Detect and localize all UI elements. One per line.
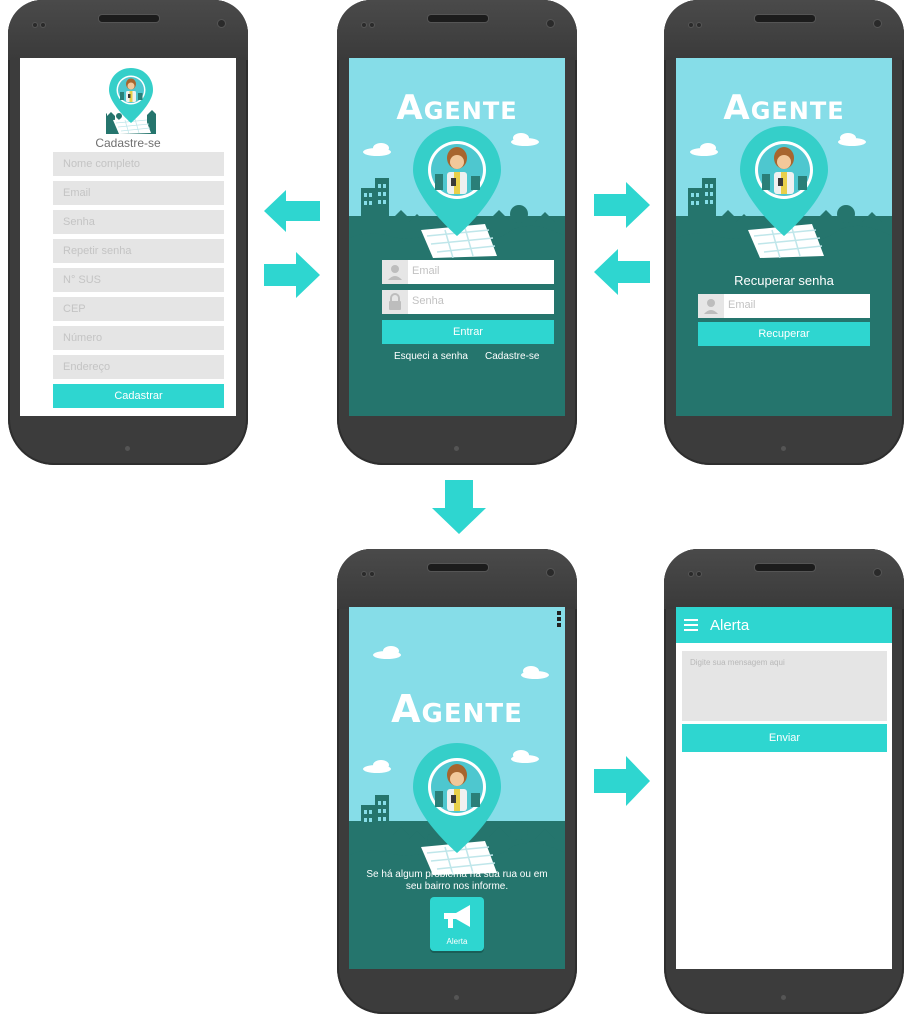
arrow-left-icon (594, 249, 650, 295)
user-icon (382, 260, 408, 284)
cep-field[interactable]: CEP (53, 297, 224, 321)
overflow-menu-icon[interactable] (557, 611, 561, 627)
city-pin-illustration (349, 742, 565, 875)
camera (217, 19, 226, 28)
full-name-field[interactable]: Nome completo (53, 152, 224, 176)
password-field[interactable]: Senha (53, 210, 224, 234)
clouds (373, 646, 549, 679)
repeat-password-field[interactable]: Repetir senha (53, 239, 224, 263)
arrow-right-icon (594, 756, 650, 806)
speaker (427, 14, 489, 23)
user-icon (698, 294, 724, 318)
phone-register: Cadastre-se Nome completo Email Senha Re… (8, 0, 248, 465)
phone-home: AGENTE Se há algum problema na sua rua o… (337, 549, 577, 1014)
login-password-input[interactable]: Senha (382, 290, 554, 314)
speaker (427, 563, 489, 572)
address-field[interactable]: Endereço (53, 355, 224, 379)
phone-alert: Alerta Digite sua mensagem aqui Enviar (664, 549, 904, 1014)
recover-screen: AGENTE Recuperar senha Email Recuperar (676, 58, 892, 416)
alert-screen: Alerta Digite sua mensagem aqui Enviar (676, 607, 892, 969)
email-field[interactable]: Email (53, 181, 224, 205)
city-pin-illustration (676, 125, 892, 258)
register-heading: Cadastre-se (95, 136, 161, 150)
camera (546, 19, 555, 28)
login-submit-button[interactable]: Entrar (382, 320, 554, 344)
register-link[interactable]: Cadastre-se (485, 351, 539, 362)
hamburger-menu-icon[interactable] (684, 619, 698, 631)
app-logo: AGENTE (391, 687, 523, 731)
speaker (754, 563, 816, 572)
app-bar: Alerta (676, 607, 892, 643)
register-screen: Cadastre-se Nome completo Email Senha Re… (20, 58, 236, 416)
sus-number-field[interactable]: N° SUS (53, 268, 224, 292)
send-button[interactable]: Enviar (682, 724, 887, 752)
login-email-input[interactable]: Email (382, 260, 554, 284)
message-textarea[interactable]: Digite sua mensagem aqui (682, 651, 887, 721)
forgot-password-link[interactable]: Esqueci a senha (394, 351, 468, 362)
arrow-right-icon (594, 182, 650, 228)
alert-button-label: Alerta (446, 937, 468, 946)
city-pin-illustration (349, 125, 565, 258)
speaker (98, 14, 160, 23)
phone-recover: AGENTE Recuperar senha Email Recuperar (664, 0, 904, 465)
recover-submit-button[interactable]: Recuperar (698, 322, 870, 346)
register-submit-button[interactable]: Cadastrar (53, 384, 224, 408)
recover-heading: Recuperar senha (734, 273, 834, 288)
lock-icon (382, 290, 408, 314)
arrow-left-icon (264, 190, 320, 232)
megaphone-icon (444, 905, 470, 928)
home-message: Se há algum problema na sua rua ou em se… (366, 869, 548, 892)
phone-login: AGENTE Email Senha Entrar Esqueci a senh… (337, 0, 577, 465)
camera (546, 568, 555, 577)
agent-pin-logo (106, 67, 156, 135)
camera (873, 568, 882, 577)
camera (873, 19, 882, 28)
recover-email-input[interactable]: Email (698, 294, 870, 318)
login-screen: AGENTE Email Senha Entrar Esqueci a senh… (349, 58, 565, 416)
speaker (754, 14, 816, 23)
alert-button[interactable]: Alerta (430, 897, 484, 951)
home-screen: AGENTE Se há algum problema na sua rua o… (349, 607, 565, 969)
app-bar-title: Alerta (710, 617, 750, 634)
number-field[interactable]: Número (53, 326, 224, 350)
arrow-down-icon (432, 480, 486, 534)
arrow-right-icon (264, 252, 320, 298)
